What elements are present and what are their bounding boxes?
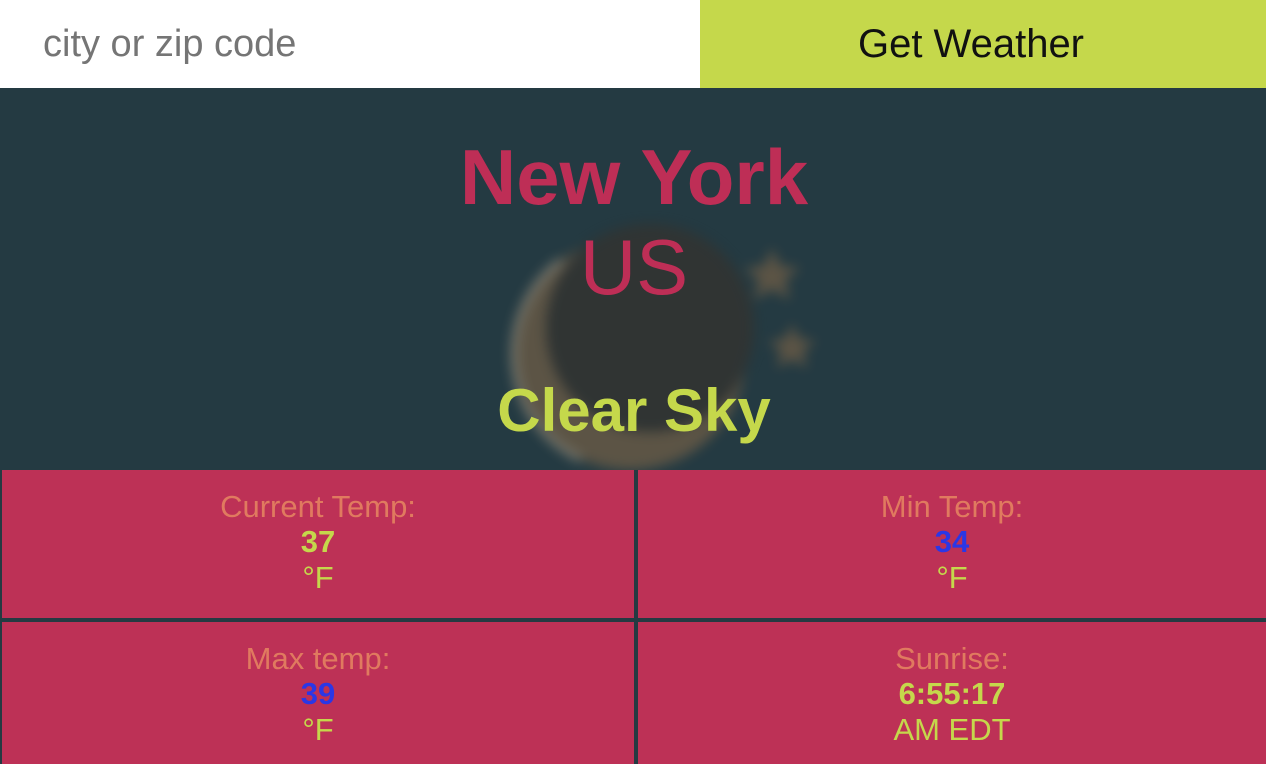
current-temp-unit: °F (302, 560, 334, 595)
sunrise-unit: AM EDT (893, 712, 1011, 747)
max-temp-card: Max temp: 39 °F (2, 622, 634, 764)
min-temp-label: Min Temp: (880, 489, 1024, 524)
sunrise-value: 6:55:17 (898, 676, 1006, 711)
current-temp-card: Current Temp: 37 °F (2, 470, 634, 618)
get-weather-button[interactable]: Get Weather (700, 0, 1266, 88)
stats-grid: Current Temp: 37 °F Min Temp: 34 °F Max … (0, 470, 1266, 764)
min-temp-unit: °F (936, 560, 968, 595)
max-temp-value: 39 (300, 676, 336, 711)
min-temp-value: 34 (934, 524, 970, 559)
weather-condition: Clear Sky (497, 377, 771, 444)
current-temp-label: Current Temp: (220, 489, 416, 524)
search-bar: Get Weather (0, 0, 1266, 88)
search-input[interactable] (0, 0, 700, 88)
current-temp-value: 37 (300, 524, 336, 559)
min-temp-card: Min Temp: 34 °F (638, 470, 1266, 618)
max-temp-label: Max temp: (245, 641, 391, 676)
city-name: New York (459, 133, 809, 221)
weather-hero: New York US Clear Sky (2, 88, 1266, 470)
sunrise-card: Sunrise: 6:55:17 AM EDT (638, 622, 1266, 764)
max-temp-unit: °F (302, 712, 334, 747)
sunrise-label: Sunrise: (895, 641, 1009, 676)
country-code: US (579, 223, 689, 311)
